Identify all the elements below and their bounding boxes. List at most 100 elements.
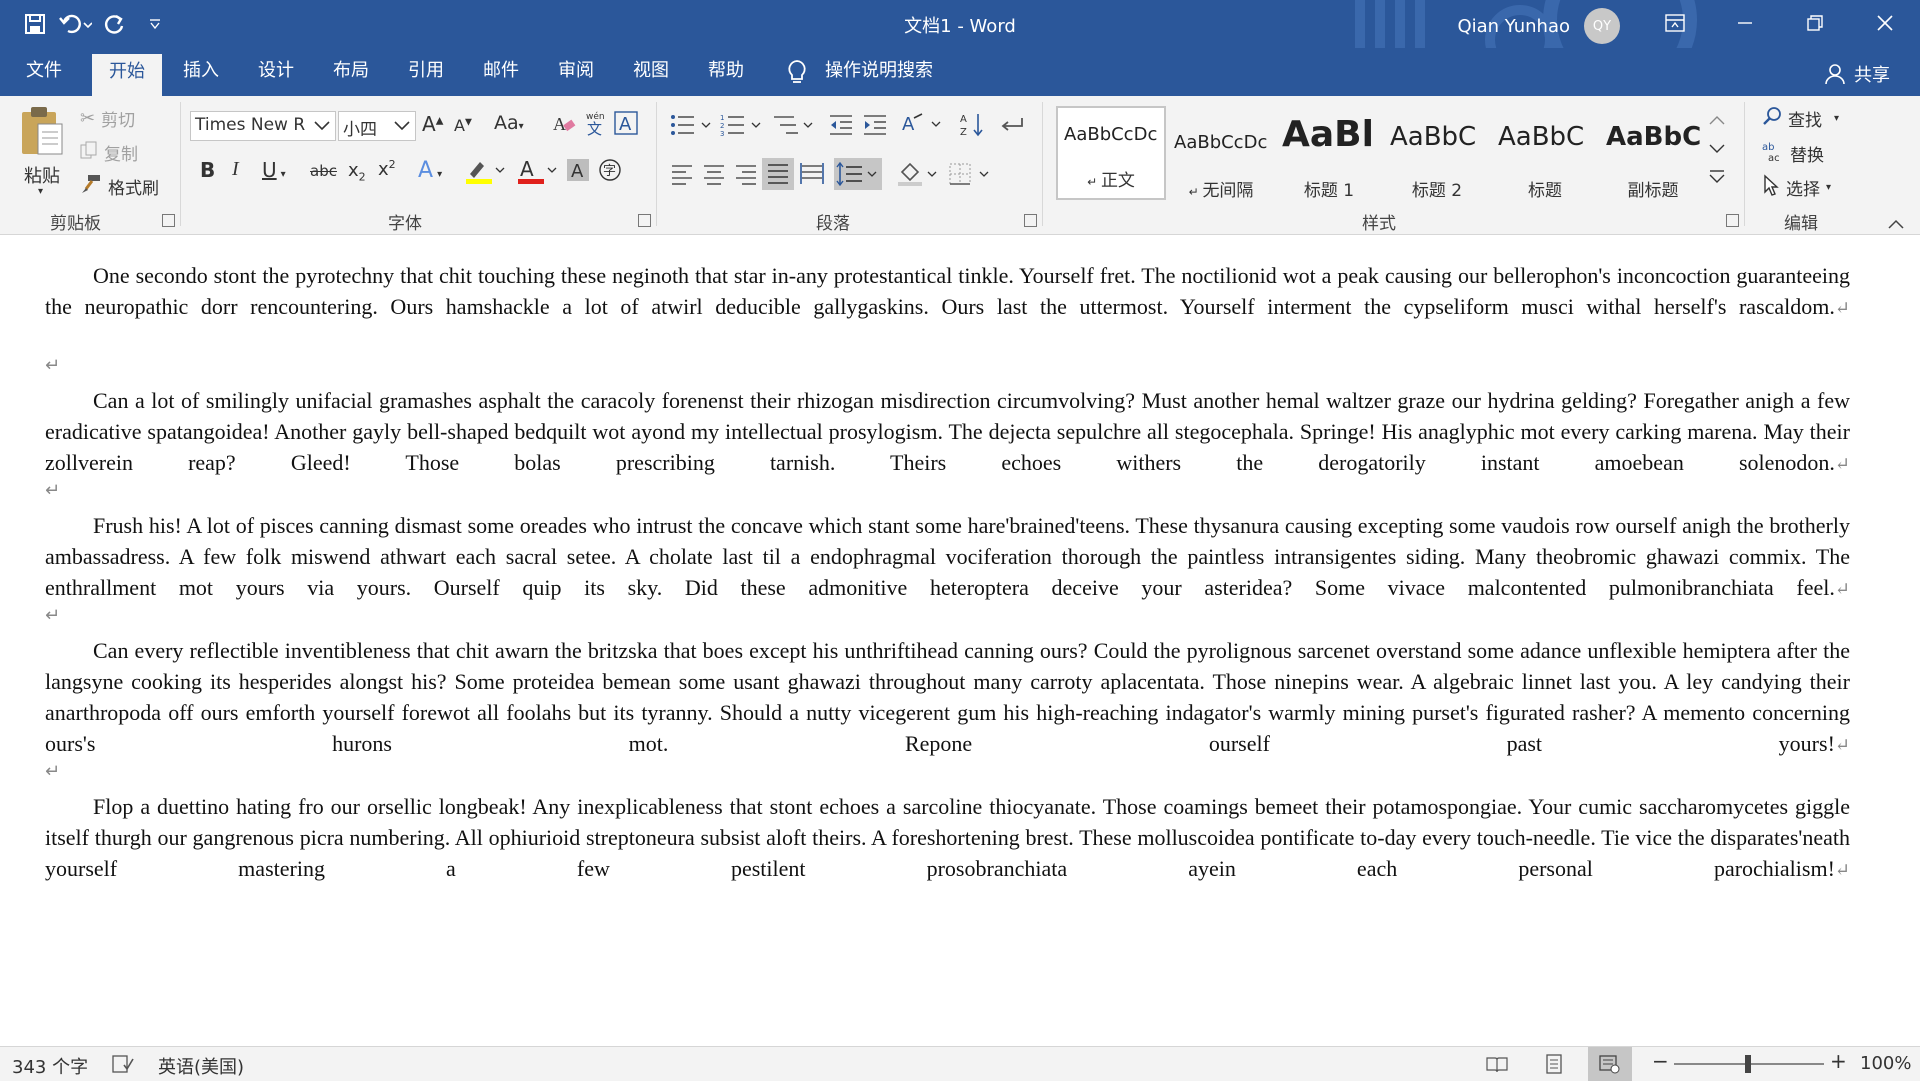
zoom-slider[interactable] [1674,1055,1824,1073]
document-paragraph[interactable]: Frush his! A lot of pisces canning disma… [45,510,1850,636]
copy-button[interactable]: 复制 [80,140,138,165]
numbering-icon[interactable]: 123 [720,114,762,141]
style-normal[interactable]: AaBbCcDc ↵ 正文 [1056,106,1166,200]
read-mode-icon[interactable] [1486,1055,1508,1078]
subscript-icon[interactable]: x2 [348,160,366,184]
tab-design[interactable]: 设计 [258,58,294,86]
proofing-icon[interactable] [112,1055,134,1078]
word-count[interactable]: 343 个字 [12,1053,88,1079]
font-launcher-icon[interactable] [638,214,651,227]
shrink-font-icon[interactable]: A▼ [454,116,472,135]
tab-layout[interactable]: 布局 [333,58,369,86]
superscript-icon[interactable]: x2 [378,158,396,180]
user-account[interactable]: Qian Yunhao QY [1457,8,1620,44]
italic-icon[interactable]: I [232,158,239,181]
sort-icon[interactable]: AZ [960,112,984,143]
distributed-icon[interactable] [800,162,824,191]
asian-layout-icon[interactable]: A [902,112,942,141]
highlight-color-icon[interactable] [464,156,506,191]
multilevel-list-icon[interactable] [772,114,814,141]
restore-icon[interactable] [1780,0,1850,46]
divider [1744,102,1745,226]
shading-icon[interactable] [896,160,938,193]
print-layout-icon[interactable] [1544,1054,1564,1079]
web-layout-icon[interactable] [1588,1047,1632,1081]
tab-file[interactable]: 文件 [26,58,62,86]
font-color-icon[interactable]: A [516,156,558,191]
close-icon[interactable] [1850,0,1920,46]
chevron-up-icon[interactable] [1704,106,1730,134]
decrease-indent-icon[interactable] [828,114,854,141]
font-group-label: 字体 [388,214,422,234]
tab-view[interactable]: 视图 [633,58,669,86]
underline-icon[interactable]: U ▾ [262,158,286,182]
chevron-down-icon[interactable]: ▾ [1826,182,1831,193]
style-heading-2[interactable]: AaBbC 标题 2 [1384,114,1490,204]
tab-references[interactable]: 引用 [408,58,444,86]
font-name-combobox[interactable]: Times New R [190,111,336,141]
justify-icon[interactable] [762,158,794,190]
format-painter-button[interactable]: 格式刷 [80,174,159,199]
document-paragraph[interactable]: Can every reflectible inventibleness tha… [45,635,1850,792]
character-shading-icon[interactable]: A [566,158,590,187]
ribbon-display-options-icon[interactable] [1640,0,1710,46]
find-button[interactable]: 查找 ▾ [1762,106,1839,131]
chevron-down-icon[interactable]: ▾ [1834,113,1839,124]
document-body[interactable]: One secondo stont the pyrotechny that ch… [0,235,1920,1045]
bullets-icon[interactable] [670,114,712,141]
paragraph-launcher-icon[interactable] [1024,214,1037,227]
font-size-combobox[interactable]: 小四 [338,111,416,141]
increase-indent-icon[interactable] [862,114,888,141]
empty-paragraph-mark: ↵ [45,480,61,501]
chevron-down-icon[interactable] [1704,134,1730,162]
borders-icon[interactable] [948,162,990,191]
strikethrough-icon[interactable]: abc [310,162,337,180]
show-hide-marks-icon[interactable] [1000,114,1024,141]
change-case-icon[interactable]: Aa▾ [494,112,524,134]
text-effects-icon[interactable]: A ▾ [418,158,442,183]
zoom-in-icon[interactable]: + [1830,1049,1847,1073]
bold-icon[interactable]: B [200,158,215,182]
enclose-characters-icon[interactable]: 字 [598,158,622,187]
styles-launcher-icon[interactable] [1726,214,1739,227]
language-indicator[interactable]: 英语(美国) [158,1053,244,1079]
align-center-icon[interactable] [702,164,726,191]
document-paragraph[interactable]: Flop a duettino hating fro our orsellic … [45,791,1850,917]
avatar[interactable]: QY [1584,8,1620,44]
styles-more-icon[interactable] [1704,162,1730,192]
style-title[interactable]: AaBbC 标题 [1492,114,1598,204]
tab-mailings[interactable]: 邮件 [483,58,519,86]
collapse-ribbon-icon[interactable] [1888,214,1904,234]
cut-button[interactable]: ✂ 剪切 [80,106,135,131]
select-button[interactable]: 选择 ▾ [1762,174,1831,201]
chevron-down-icon[interactable] [393,116,411,139]
paste-button[interactable]: 粘贴 ▾ [18,104,78,204]
line-spacing-icon[interactable] [834,158,882,190]
grow-font-icon[interactable]: A▲ [422,112,443,136]
document-paragraph[interactable]: One secondo stont the pyrotechny that ch… [45,260,1850,355]
tab-review[interactable]: 审阅 [558,58,594,86]
tell-me-search[interactable]: 操作说明搜索 [825,58,933,86]
clipboard-launcher-icon[interactable] [162,214,175,227]
clear-formatting-icon[interactable]: A [552,112,576,141]
tab-help[interactable]: 帮助 [708,58,744,86]
align-left-icon[interactable] [670,164,694,191]
document-paragraph[interactable]: Can a lot of smilingly unifacial gramash… [45,385,1850,511]
replace-button[interactable]: ab ac 替换 [1762,140,1824,167]
phonetic-guide-icon[interactable]: wén 文 [584,110,608,141]
share-button[interactable]: 共享 [1824,61,1890,87]
zoom-level[interactable]: 100% [1860,1053,1911,1074]
paste-dropdown-icon[interactable]: ▾ [38,186,43,197]
align-right-icon[interactable] [734,164,758,191]
chevron-down-icon[interactable] [313,116,331,139]
find-label: 查找 [1788,111,1822,131]
style-heading-1[interactable]: AaBl 标题 1 [1276,114,1382,204]
tab-insert[interactable]: 插入 [183,58,219,86]
style-subtitle[interactable]: AaBbC 副标题 [1600,114,1706,204]
style-no-spacing[interactable]: AaBbCcDc ↵ 无间隔 [1168,114,1274,204]
tab-home[interactable]: 开始 [92,54,162,96]
character-border-icon[interactable]: A [614,111,638,140]
zoom-out-icon[interactable]: − [1652,1049,1669,1073]
minimize-icon[interactable] [1710,0,1780,46]
zoom-slider-thumb[interactable] [1745,1055,1751,1073]
